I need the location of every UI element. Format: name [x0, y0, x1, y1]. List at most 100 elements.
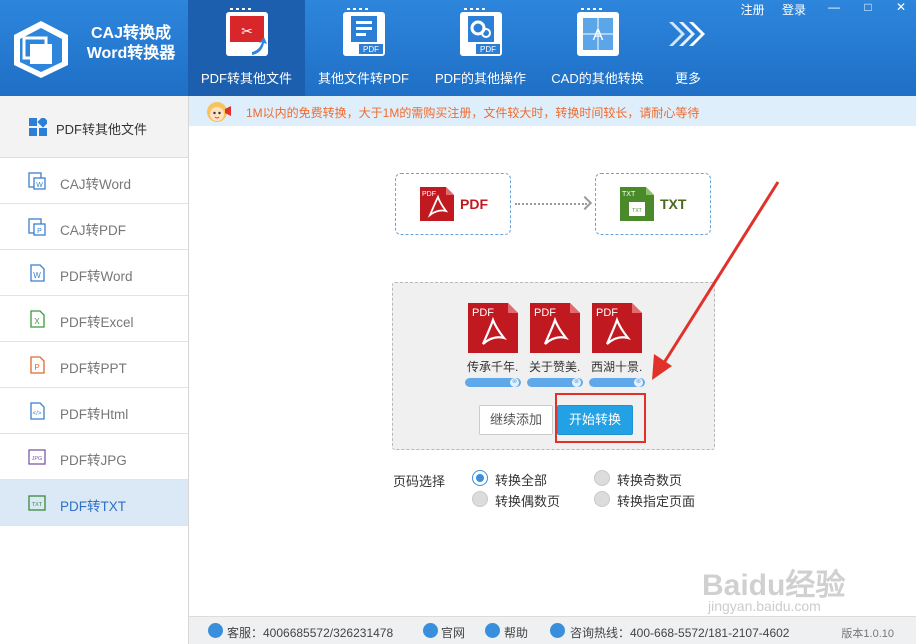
svg-text:</>: </> [33, 411, 42, 417]
sidebar-item-pdf-ppt[interactable]: P PDF转PPT [0, 342, 188, 388]
svg-text:P: P [37, 228, 42, 235]
sidebar: PDF转其他文件 W CAJ转Word P CAJ转PDF W PDF转Word… [0, 96, 189, 644]
target-format-label: TXT [660, 196, 687, 212]
file-progress-bar: ⊗ [465, 378, 521, 387]
add-more-button[interactable]: 继续添加 [479, 405, 553, 435]
page-select-label: 页码选择 [393, 474, 446, 489]
excel-icon: X [30, 310, 45, 328]
tab-label: PDF的其他操作 [434, 71, 526, 86]
sidebar-item-pdf-txt[interactable]: TXT PDF转TXT [0, 480, 188, 526]
sidebar-header-label: PDF转其他文件 [56, 122, 148, 137]
sidebar-item-caj-word[interactable]: W CAJ转Word [0, 158, 188, 204]
login-link[interactable]: 登录 [782, 3, 806, 17]
source-format-label: PDF [460, 196, 488, 212]
file-card[interactable]: PDF 传承千年. ⊗ [465, 302, 521, 387]
txt-file-icon: TXT TXT [620, 187, 654, 221]
tab-label: PDF转其他文件 [200, 71, 292, 86]
sidebar-item-label: PDF转Html [60, 407, 129, 422]
pdf-badge-text: PDF [472, 307, 494, 319]
svg-text:TXT: TXT [622, 191, 636, 198]
remove-file-icon[interactable]: ⊗ [634, 378, 643, 387]
svg-text:PDF: PDF [363, 45, 379, 54]
sidebar-item-pdf-excel[interactable]: X PDF转Excel [0, 296, 188, 342]
tab-more[interactable]: 更多 [656, 0, 720, 96]
pdf-file-icon: PDF [530, 303, 580, 353]
remove-file-icon[interactable]: ⊗ [572, 378, 581, 387]
start-convert-button[interactable]: 开始转换 [557, 405, 633, 435]
help-icon [485, 623, 500, 638]
sidebar-item-label: PDF转Excel [60, 315, 134, 330]
app-title-line1: CAJ转换成 [90, 25, 171, 42]
pdf-file-icon: PDF [420, 187, 454, 221]
radio-dot [594, 491, 610, 507]
file-progress-bar: ⊗ [589, 378, 645, 387]
tab-cad-conversion[interactable]: A CAD的其他转换 [539, 0, 656, 96]
sidebar-item-pdf-jpg[interactable]: JPG PDF转JPG [0, 434, 188, 480]
source-format-box: PDF PDF [395, 173, 511, 235]
radio-dot [594, 470, 610, 486]
sidebar-item-label: CAJ转Word [60, 177, 132, 192]
svg-text:X: X [34, 317, 40, 326]
svg-text:TXT: TXT [32, 502, 43, 508]
service-contact: 客服：4006685572/326231478 [227, 626, 394, 640]
phone-icon [550, 623, 565, 638]
website-link[interactable]: 官网 [441, 624, 465, 641]
file-progress-bar: ⊗ [527, 378, 583, 387]
caj-word-icon: W [28, 172, 46, 190]
notice-text: 1M以内的免费转换，大于1M的需购买注册，文件较大时，转换时间较长，请耐心等待 [246, 106, 700, 120]
home-icon [423, 623, 438, 638]
tab-pdf-to-other[interactable]: ✂ PDF转其他文件 [188, 0, 305, 96]
svg-text:PDF: PDF [480, 45, 496, 54]
sidebar-item-label: PDF转Word [60, 269, 133, 284]
radio-dot [472, 491, 488, 507]
file-card[interactable]: PDF 关于赞美. ⊗ [527, 302, 583, 387]
sidebar-item-label: PDF转JPG [60, 453, 127, 468]
file-drop-zone[interactable]: PDF 传承千年. ⊗ PDF 关于赞美. ⊗ PDF 西湖十景. ⊗ 继续添加… [392, 282, 715, 450]
notice-bar: 1M以内的免费转换，大于1M的需购买注册，文件较大时，转换时间较长，请耐心等待 [189, 96, 916, 126]
version-label: 版本1.0.10 [841, 628, 894, 640]
app-title-line2: Word转换器 [86, 45, 176, 62]
radio-label: 转换全部 [495, 473, 548, 488]
sidebar-item-pdf-html[interactable]: </> PDF转Html [0, 388, 188, 434]
svg-text:W: W [33, 271, 41, 280]
grid-icon [29, 118, 47, 136]
radio-label: 转换偶数页 [495, 494, 561, 509]
target-format-box: TXT TXT TXT [595, 173, 711, 235]
sidebar-item-pdf-word[interactable]: W PDF转Word [0, 250, 188, 296]
baidu-watermark: Baidu经验 jingyan.baidu.com [702, 560, 872, 620]
register-link[interactable]: 注册 [741, 3, 765, 17]
pdf-badge-text: PDF [534, 307, 556, 319]
file-card[interactable]: PDF 西湖十景. ⊗ [589, 302, 645, 387]
sidebar-item-label: PDF转TXT [60, 499, 126, 514]
watermark-url: jingyan.baidu.com [708, 598, 821, 614]
html-icon: </> [30, 402, 45, 420]
conversion-dotted-line [515, 203, 587, 205]
pdf-file-icon: PDF [592, 303, 642, 353]
pdf-export-icon: ✂ [225, 8, 268, 56]
pdf-settings-icon: PDF [459, 8, 502, 56]
maximize-button[interactable]: □ [853, 0, 883, 16]
remove-file-icon[interactable]: ⊗ [510, 378, 519, 387]
svg-text:W: W [36, 182, 43, 189]
svg-text:P: P [34, 363, 39, 372]
radio-label: 转换奇数页 [617, 473, 683, 488]
ppt-icon: P [30, 356, 45, 374]
file-name: 西湖十景. [591, 360, 643, 374]
svg-text:TXT: TXT [632, 208, 641, 214]
app-logo-icon [14, 21, 68, 78]
sidebar-item-caj-pdf[interactable]: P CAJ转PDF [0, 204, 188, 250]
more-arrows-icon [669, 22, 705, 46]
help-link[interactable]: 帮助 [504, 624, 528, 641]
jpg-icon: JPG [28, 449, 46, 465]
sidebar-header: PDF转其他文件 [0, 96, 188, 158]
caj-pdf-icon: P [28, 218, 46, 236]
close-button[interactable]: ✕ [886, 0, 916, 16]
minimize-button[interactable]: — [819, 0, 849, 16]
radio-dot [472, 470, 488, 486]
tab-pdf-operations[interactable]: PDF PDF的其他操作 [422, 0, 539, 96]
tab-label: 其他文件转PDF [317, 71, 409, 86]
word-icon: W [30, 264, 45, 282]
tab-other-to-pdf[interactable]: PDF 其他文件转PDF [305, 0, 422, 96]
app-title: CAJ转换成 Word转换器 [78, 24, 184, 64]
hotline-text: 咨询热线：400-668-5572/181-2107-4602 [570, 626, 790, 640]
